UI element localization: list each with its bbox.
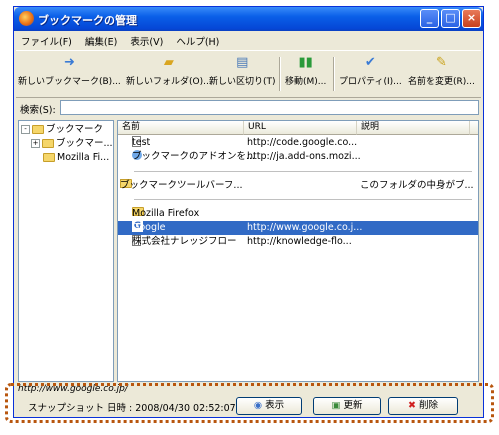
table-row-selected[interactable]: G Google http://www.google.co.j... bbox=[118, 221, 478, 235]
properties-icon: ✔ bbox=[364, 55, 376, 70]
new-folder-button[interactable]: ▰ 新しいフォルダ(O)... bbox=[126, 55, 212, 87]
menu-edit[interactable]: 編集(E) bbox=[80, 32, 122, 48]
menu-view[interactable]: 表示(V) bbox=[125, 32, 168, 48]
collapse-icon[interactable]: - bbox=[21, 125, 30, 134]
column-picker-icon[interactable] bbox=[470, 121, 478, 135]
properties-button[interactable]: ✔ プロパティ(I)... bbox=[339, 55, 402, 87]
tree-item-label: Mozilla Fi... bbox=[57, 152, 110, 163]
new-folder-icon: ▰ bbox=[163, 55, 174, 70]
firefox-icon bbox=[19, 11, 34, 26]
new-bookmark-label: 新しいブックマーク(B)... bbox=[18, 77, 121, 87]
row-url: http://ja.add-ons.mozi... bbox=[247, 151, 361, 162]
minimize-button[interactable]: _ bbox=[420, 9, 439, 28]
row-name: 株式会社ナレッジフロー bbox=[132, 236, 237, 247]
menu-help[interactable]: ヘルプ(H) bbox=[171, 32, 224, 48]
row-name: test bbox=[132, 137, 151, 148]
table-row[interactable]: Mozilla Firefox bbox=[118, 207, 478, 221]
tree-item-label: ブックマー... bbox=[56, 138, 113, 149]
row-description: このフォルダの中身がブ... bbox=[360, 180, 474, 191]
search-input[interactable] bbox=[60, 100, 479, 115]
move-icon: ▮▮ bbox=[298, 55, 313, 70]
rename-icon: ✎ bbox=[435, 55, 447, 70]
search-label: 検索(S): bbox=[20, 105, 56, 116]
toolbar-separator bbox=[333, 57, 335, 91]
maximize-button[interactable]: □ bbox=[441, 9, 460, 28]
title-bar[interactable]: ブックマークの管理 _ □ × bbox=[14, 7, 483, 31]
menu-bar: ファイル(F) 編集(E) 表示(V) ヘルプ(H) bbox=[16, 32, 481, 49]
folder-icon bbox=[43, 153, 55, 162]
column-header-name[interactable]: 名前 bbox=[118, 121, 244, 135]
new-folder-label: 新しいフォルダ(O)... bbox=[126, 77, 212, 87]
bookmark-list[interactable]: 名前 URL 説明 test http://code.google.co... … bbox=[117, 120, 479, 382]
tree-item-toolbar-folder[interactable]: + ブックマー... bbox=[31, 137, 113, 150]
tree-item-label: ブックマーク bbox=[46, 124, 104, 135]
row-name: Google bbox=[132, 222, 166, 233]
folder-tree[interactable]: - ブックマーク + ブックマー... Mozilla Fi... bbox=[18, 120, 114, 382]
new-bookmark-icon: ➜ bbox=[63, 55, 75, 70]
tree-item-bookmarks[interactable]: - ブックマーク bbox=[21, 123, 103, 136]
new-bookmark-button[interactable]: ➜ 新しいブックマーク(B)... bbox=[18, 55, 121, 87]
table-row[interactable]: test http://code.google.co... bbox=[118, 136, 478, 150]
folder-icon bbox=[32, 125, 44, 134]
separator-row[interactable] bbox=[134, 199, 472, 200]
toolbar: ➜ 新しいブックマーク(B)... ▰ 新しいフォルダ(O)... ▤ 新しい区… bbox=[16, 50, 481, 98]
rename-button[interactable]: ✎ 名前を変更(R)... bbox=[408, 55, 475, 87]
folder-icon bbox=[42, 139, 54, 148]
bookmark-manager-window: ブックマークの管理 _ □ × ファイル(F) 編集(E) 表示(V) ヘルプ(… bbox=[13, 6, 484, 418]
row-name: ブックマークのアドオンを... bbox=[132, 151, 256, 162]
table-row[interactable]: 株式会社ナレッジフロー http://knowledge-flo... bbox=[118, 235, 478, 249]
new-separator-label: 新しい区切り(T) bbox=[209, 77, 276, 87]
search-row: 検索(S): bbox=[18, 100, 479, 116]
menu-file[interactable]: ファイル(F) bbox=[16, 32, 77, 48]
separator-row[interactable] bbox=[134, 171, 472, 172]
row-url: http://knowledge-flo... bbox=[247, 236, 352, 247]
column-header-url[interactable]: URL bbox=[244, 121, 357, 135]
new-separator-button[interactable]: ▤ 新しい区切り(T) bbox=[209, 55, 276, 87]
tree-item-mozilla-firefox[interactable]: Mozilla Fi... bbox=[43, 151, 109, 164]
column-header-description[interactable]: 説明 bbox=[357, 121, 470, 135]
row-name: ブックマークツールバーフ... bbox=[120, 180, 243, 191]
expand-icon[interactable]: + bbox=[31, 139, 40, 148]
row-name: Mozilla Firefox bbox=[132, 208, 200, 219]
move-button[interactable]: ▮▮ 移動(M)... bbox=[285, 55, 326, 87]
new-separator-icon: ▤ bbox=[236, 55, 249, 70]
row-url: http://code.google.co... bbox=[247, 137, 358, 148]
table-row[interactable]: +ブックマークツールバーフ... このフォルダの中身がブ... bbox=[118, 179, 478, 193]
rename-label: 名前を変更(R)... bbox=[408, 77, 475, 87]
toolbar-separator bbox=[279, 57, 281, 91]
table-row[interactable]: ブックマークのアドオンを... http://ja.add-ons.mozi..… bbox=[118, 150, 478, 164]
close-button[interactable]: × bbox=[462, 9, 481, 28]
highlight-frame bbox=[5, 383, 494, 423]
window-title: ブックマークの管理 bbox=[38, 14, 137, 27]
row-url: http://www.google.co.j... bbox=[247, 222, 363, 233]
properties-label: プロパティ(I)... bbox=[339, 77, 402, 87]
move-label: 移動(M)... bbox=[285, 77, 327, 87]
